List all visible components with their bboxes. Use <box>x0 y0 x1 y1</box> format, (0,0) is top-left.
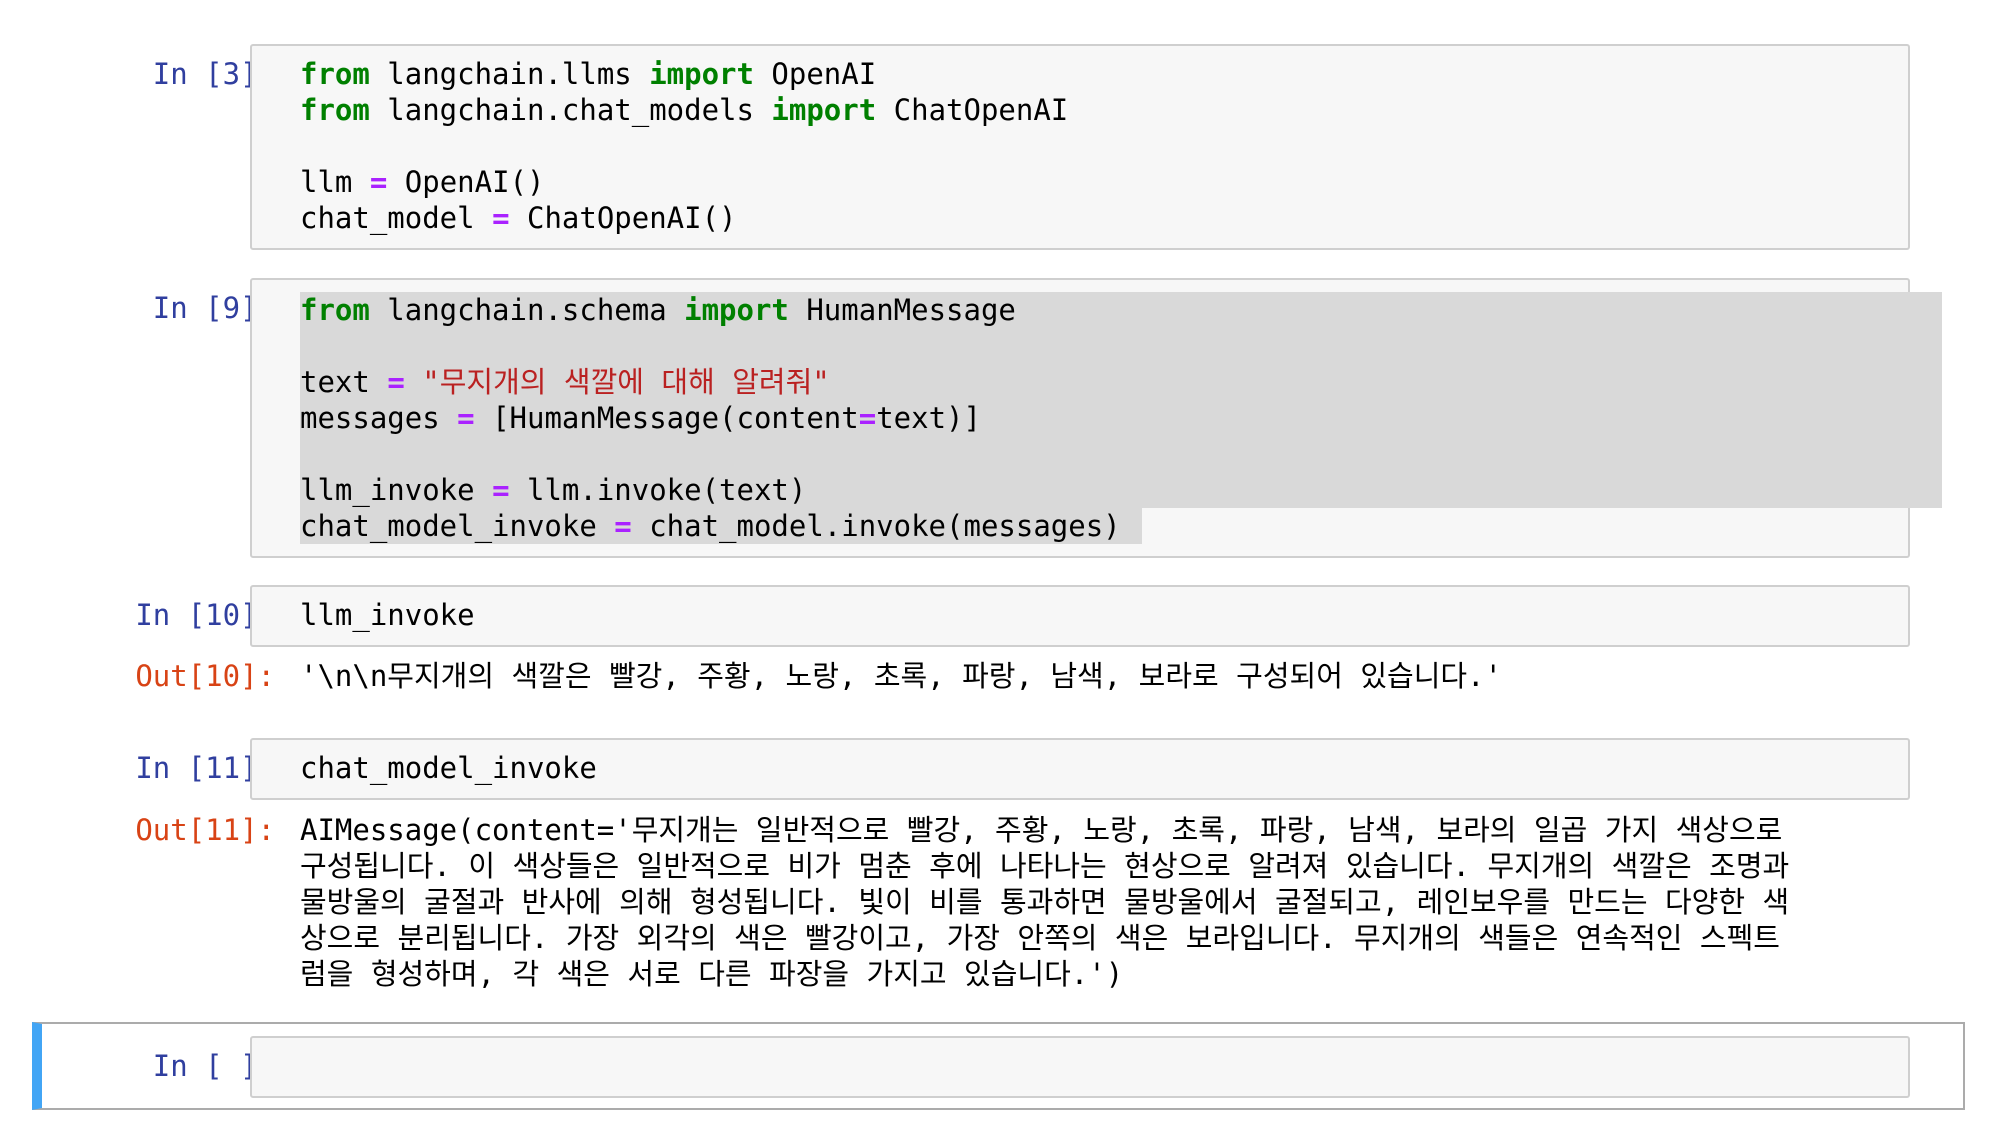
code-token: text)] <box>876 401 981 435</box>
code-token: llm_invoke <box>300 598 475 632</box>
code-token: = <box>387 365 405 399</box>
code-token: chat_model.invoke(messages) <box>631 509 1121 543</box>
output-prompt: Out[11]: <box>135 813 275 847</box>
code-token: ChatOpenAI() <box>509 201 737 235</box>
code-token: = <box>457 401 475 435</box>
code-text: chat_model_invoke <box>300 750 597 786</box>
code-token: = <box>369 165 388 199</box>
code-token: = <box>492 201 510 235</box>
code-text: llm_invoke <box>300 597 475 633</box>
code-text: from langchain.schema import HumanMessag… <box>300 292 1121 544</box>
code-token: messages <box>300 401 458 435</box>
code-editor[interactable] <box>250 1036 1910 1098</box>
code-token: llm <box>300 165 370 199</box>
code-token: = <box>614 509 632 543</box>
code-token: OpenAI <box>753 57 877 91</box>
code-token: import <box>771 93 877 127</box>
output-prompt: Out[10]: <box>135 659 275 693</box>
output-text: '\n\n무지개의 색깔은 빨강, 주황, 노랑, 초록, 파랑, 남색, 보라… <box>300 659 1502 693</box>
output-text: AIMessage(content='무지개는 일반적으로 빨강, 주황, 노랑… <box>300 813 1790 991</box>
code-token: from <box>300 93 370 127</box>
code-token: langchain.chat_models <box>369 93 772 127</box>
code-token: HumanMessage <box>788 293 1016 327</box>
code-token: text <box>300 365 388 399</box>
code-token: llm.invoke(text) <box>509 473 807 507</box>
code-token: llm_invoke <box>300 473 493 507</box>
code-token: = <box>492 473 510 507</box>
code-token: import <box>684 293 789 327</box>
code-token: from <box>300 293 370 327</box>
code-text: from langchain.llms import OpenAI from l… <box>300 56 1068 236</box>
code-token: langchain.llms <box>369 57 650 91</box>
code-token: import <box>649 57 754 91</box>
code-token: from <box>300 57 370 91</box>
code-token: OpenAI() <box>387 165 545 199</box>
code-token: langchain.schema <box>369 293 685 327</box>
code-token: chat_model <box>300 201 493 235</box>
code-token: = <box>858 401 877 435</box>
code-token: chat_model_invoke <box>300 509 615 543</box>
code-token: [HumanMessage(content <box>474 401 859 435</box>
code-token: "무지개의 색깔에 대해 알려줘" <box>422 365 830 399</box>
code-editor[interactable] <box>250 585 1910 647</box>
code-token: ChatOpenAI <box>876 93 1069 127</box>
code-token: chat_model_invoke <box>300 751 597 785</box>
